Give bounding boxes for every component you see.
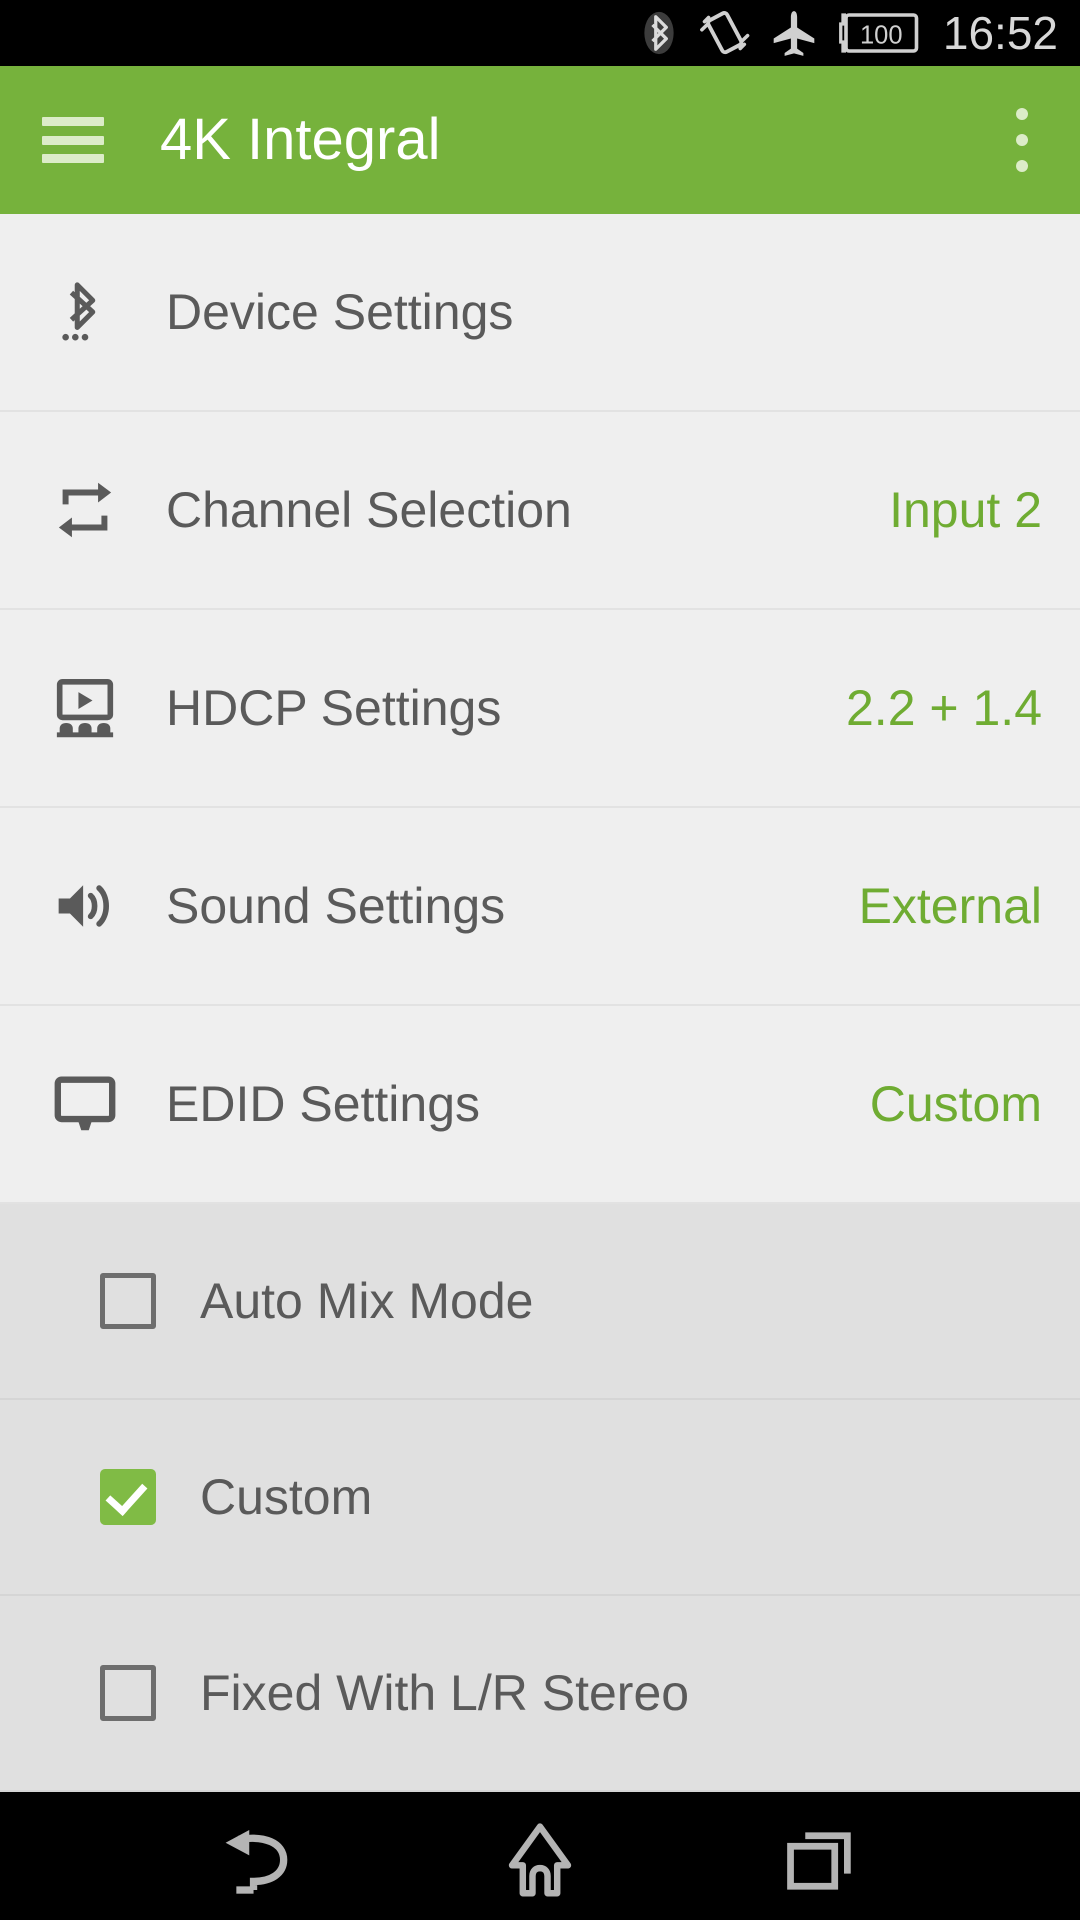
settings-row-label: Sound Settings bbox=[166, 878, 506, 934]
battery-level-text: 100 bbox=[860, 22, 903, 50]
settings-row-value: 2.2 + 1.4 bbox=[846, 680, 1042, 736]
option-label: Fixed With L/R Stereo bbox=[200, 1665, 690, 1721]
option-row-custom[interactable]: Custom bbox=[0, 1400, 1080, 1596]
settings-row-label: Device Settings bbox=[166, 284, 514, 340]
settings-row-hdcp-settings[interactable]: HDCP Settings 2.2 + 1.4 bbox=[0, 610, 1080, 808]
android-navigation-bar bbox=[0, 1792, 1080, 1920]
home-icon bbox=[508, 1823, 572, 1897]
home-button[interactable] bbox=[475, 1806, 605, 1916]
app-bar: 4K Integral bbox=[0, 66, 1080, 214]
recents-icon bbox=[787, 1832, 851, 1890]
checkbox-fixed-with-lr-stereo[interactable] bbox=[100, 1665, 156, 1721]
checkbox-custom[interactable] bbox=[100, 1469, 156, 1525]
battery-icon: 100 bbox=[837, 9, 921, 57]
checkbox-auto-mix-mode[interactable] bbox=[100, 1273, 156, 1329]
settings-row-label: HDCP Settings bbox=[166, 680, 502, 736]
back-icon bbox=[225, 1830, 288, 1894]
settings-row-channel-selection[interactable]: Channel Selection Input 2 bbox=[0, 412, 1080, 610]
airplane-mode-icon bbox=[769, 7, 819, 59]
hamburger-menu-icon[interactable] bbox=[42, 117, 104, 163]
bluetooth-icon bbox=[639, 7, 679, 59]
speaker-volume-icon bbox=[50, 871, 120, 941]
settings-row-sound-settings[interactable]: Sound Settings External bbox=[0, 808, 1080, 1006]
option-label: Auto Mix Mode bbox=[200, 1273, 534, 1329]
option-row-fixed-with-lr-stereo[interactable]: Fixed With L/R Stereo bbox=[0, 1596, 1080, 1792]
settings-row-label: EDID Settings bbox=[166, 1076, 481, 1132]
back-button[interactable] bbox=[195, 1806, 325, 1916]
swap-arrows-icon bbox=[50, 475, 120, 545]
bluetooth-searching-icon bbox=[50, 277, 120, 347]
settings-row-label: Channel Selection bbox=[166, 482, 572, 538]
settings-row-value: Input 2 bbox=[889, 482, 1042, 538]
option-label: Custom bbox=[200, 1469, 373, 1525]
option-row-auto-mix-mode[interactable]: Auto Mix Mode bbox=[0, 1204, 1080, 1400]
hdcp-presentation-icon bbox=[50, 673, 120, 743]
page-title: 4K Integral bbox=[160, 107, 441, 172]
sound-mode-option-group: Auto Mix Mode Custom Fixed With L/R Ster… bbox=[0, 1204, 1080, 1792]
settings-row-value: Custom bbox=[869, 1076, 1042, 1132]
vibrate-icon bbox=[697, 7, 751, 59]
monitor-icon bbox=[50, 1069, 120, 1139]
settings-row-value: External bbox=[858, 878, 1042, 934]
status-bar: 100 16:52 bbox=[0, 0, 1080, 66]
phone-screen: 100 16:52 4K Integral Device Settings Ch… bbox=[0, 0, 1080, 1920]
settings-list: Device Settings Channel Selection Input … bbox=[0, 214, 1080, 1204]
overflow-menu-icon[interactable] bbox=[992, 94, 1052, 186]
settings-row-edid-settings[interactable]: EDID Settings Custom bbox=[0, 1006, 1080, 1204]
status-clock: 16:52 bbox=[942, 7, 1058, 59]
recents-button[interactable] bbox=[755, 1806, 885, 1916]
settings-row-device-settings[interactable]: Device Settings bbox=[0, 214, 1080, 412]
